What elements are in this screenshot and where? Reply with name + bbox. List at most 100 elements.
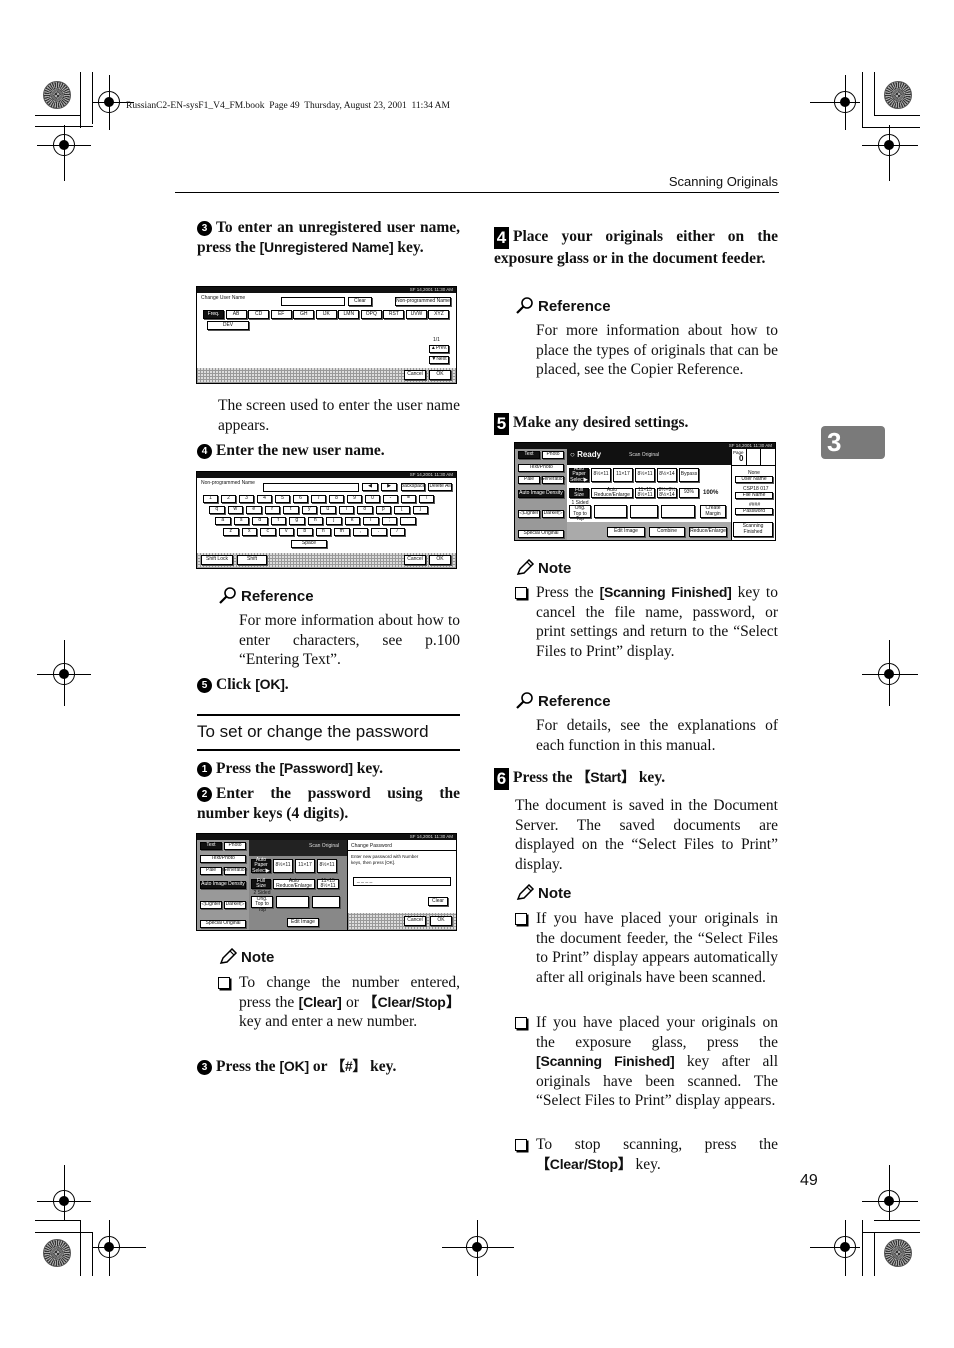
- user-entry-button[interactable]: DEV: [207, 321, 249, 330]
- edit-image-button[interactable]: Edit Image: [287, 918, 319, 927]
- ratio-93-button[interactable]: 93%: [679, 488, 699, 498]
- keyboard-key[interactable]: 3: [239, 495, 254, 503]
- letter-tab[interactable]: AB: [225, 310, 247, 319]
- auto-reduce-button[interactable]: Auto Reduce/Enlarge: [273, 878, 315, 889]
- keyboard-key[interactable]: h: [307, 517, 323, 525]
- delete-all-button[interactable]: Delete All: [428, 483, 452, 491]
- keyboard-key[interactable]: j: [326, 517, 342, 525]
- keyboard-key[interactable]: =: [401, 495, 416, 503]
- pale-button[interactable]: Pale: [200, 867, 222, 875]
- name-field[interactable]: [281, 297, 345, 306]
- keyboard-key[interactable]: 0: [365, 495, 380, 503]
- paper-tray-3[interactable]: 8½×11: [317, 859, 337, 873]
- cancel-button[interactable]: Cancel: [404, 555, 426, 565]
- paper-tray-3[interactable]: 8½×11: [635, 468, 655, 482]
- keyboard-key[interactable]: n: [315, 528, 331, 536]
- keyboard-key[interactable]: ]: [412, 506, 428, 514]
- keyboard-key[interactable]: a: [215, 517, 231, 525]
- keyboard-key[interactable]: -: [383, 495, 398, 503]
- duplex-option-2[interactable]: [312, 896, 340, 908]
- keyboard-key[interactable]: i: [338, 506, 354, 514]
- keyboard-key[interactable]: o: [357, 506, 373, 514]
- letter-tab[interactable]: EF: [270, 310, 292, 319]
- auto-reduce-button[interactable]: Auto Reduce/Enlarge: [591, 487, 633, 498]
- clear-button[interactable]: Clear: [348, 297, 372, 306]
- name-field[interactable]: [263, 483, 359, 492]
- darker-button[interactable]: Darker▷: [542, 510, 564, 518]
- lighter-button[interactable]: ◁Lighter: [200, 901, 222, 909]
- keyboard-key[interactable]: t: [283, 506, 299, 514]
- keyboard-key[interactable]: k: [344, 517, 360, 525]
- keyboard-key[interactable]: b: [297, 528, 313, 536]
- ok-button[interactable]: OK: [430, 916, 452, 926]
- letter-tab[interactable]: XYZ: [428, 310, 450, 319]
- lighter-button[interactable]: ◁Lighter: [518, 510, 540, 518]
- auto-density-button[interactable]: Auto Image Density: [200, 881, 246, 889]
- paper-tray-2[interactable]: 11×17: [295, 859, 315, 873]
- letter-tab[interactable]: RST: [383, 310, 405, 319]
- darker-button[interactable]: Darker▷: [224, 901, 246, 909]
- keyboard-key[interactable]: l: [363, 517, 379, 525]
- scanning-finished-button[interactable]: Scanning Finished: [733, 522, 773, 537]
- keyboard-key[interactable]: y: [301, 506, 317, 514]
- letter-tab[interactable]: UVW: [405, 310, 427, 319]
- password-field[interactable]: _ _ _ _: [353, 877, 451, 886]
- bypass-tray[interactable]: Bypass: [679, 468, 699, 482]
- duplex-option-2[interactable]: [630, 505, 658, 518]
- clear-button[interactable]: Clear: [428, 897, 448, 906]
- letter-tab[interactable]: Freq.: [203, 310, 225, 319]
- keyboard-key[interactable]: e: [246, 506, 262, 514]
- auto-paper-button[interactable]: Auto Paper Select▶: [251, 857, 271, 874]
- keyboard-key[interactable]: z: [223, 528, 239, 536]
- prev-button[interactable]: ▲Prev.: [429, 345, 449, 353]
- combine-button[interactable]: Combine: [649, 527, 685, 537]
- edit-image-button[interactable]: Edit Image: [607, 527, 645, 537]
- shift-button[interactable]: Shift: [237, 555, 267, 565]
- non-programmed-name-button[interactable]: Non-programmed Name: [395, 297, 451, 306]
- cancel-button[interactable]: Cancel: [404, 370, 426, 380]
- keyboard-key[interactable]: 1: [203, 495, 218, 503]
- cancel-button[interactable]: Cancel: [404, 916, 426, 926]
- letter-tab[interactable]: OPQ: [360, 310, 382, 319]
- auto-paper-button[interactable]: Auto Paper Select▶: [569, 466, 589, 483]
- keyboard-key[interactable]: s: [233, 517, 249, 525]
- ratio-button-1[interactable]: 11×15 8½×11: [635, 487, 655, 498]
- letter-tab[interactable]: IJK: [315, 310, 337, 319]
- keyboard-key[interactable]: 6: [293, 495, 308, 503]
- letter-tab[interactable]: GH: [293, 310, 315, 319]
- duplex-option-3[interactable]: [661, 505, 695, 518]
- generation-button[interactable]: Generation: [223, 867, 247, 875]
- auto-density-button[interactable]: Auto Image Density: [518, 490, 564, 498]
- keyboard-key[interactable]: /: [389, 528, 405, 536]
- keyboard-key[interactable]: w: [227, 506, 243, 514]
- pale-button[interactable]: Pale: [518, 476, 540, 484]
- keyboard-key[interactable]: [: [394, 506, 410, 514]
- file-name-button[interactable]: File Name: [735, 492, 773, 499]
- text-photo-button[interactable]: Text/Photo: [518, 464, 564, 472]
- backspace-button[interactable]: Backspace: [401, 483, 425, 491]
- keyboard-key[interactable]: x: [241, 528, 257, 536]
- duplex-option-1[interactable]: [276, 896, 309, 908]
- keyboard-key[interactable]: 2: [221, 495, 236, 503]
- photo-mode-button[interactable]: Photo: [542, 451, 564, 459]
- full-size-button[interactable]: Full Size: [569, 487, 589, 498]
- cursor-left-button[interactable]: ◀: [362, 483, 378, 491]
- letter-tab[interactable]: CD: [248, 310, 270, 319]
- text-mode-button[interactable]: Text: [518, 451, 540, 459]
- keyboard-key[interactable]: d: [252, 517, 268, 525]
- password-button[interactable]: Password: [735, 508, 773, 515]
- two-sided-button[interactable]: 2 Sided Orig. Top to Top: [251, 890, 273, 912]
- keyboard-key[interactable]: c: [260, 528, 276, 536]
- cursor-right-button[interactable]: ▶: [381, 483, 397, 491]
- keyboard-key[interactable]: q: [209, 506, 225, 514]
- ratio-button-2[interactable]: 8½×8½ 8½×14: [657, 487, 677, 498]
- keyboard-key[interactable]: m: [334, 528, 350, 536]
- photo-mode-button[interactable]: Photo: [224, 842, 246, 850]
- paper-tray-1[interactable]: 8½×11: [273, 859, 293, 873]
- keyboard-key[interactable]: f: [270, 517, 286, 525]
- ok-button[interactable]: OK: [429, 555, 451, 565]
- keyboard-key[interactable]: p: [375, 506, 391, 514]
- text-mode-button[interactable]: Text: [200, 842, 222, 850]
- keyboard-key[interactable]: v: [278, 528, 294, 536]
- keyboard-key[interactable]: 9: [347, 495, 362, 503]
